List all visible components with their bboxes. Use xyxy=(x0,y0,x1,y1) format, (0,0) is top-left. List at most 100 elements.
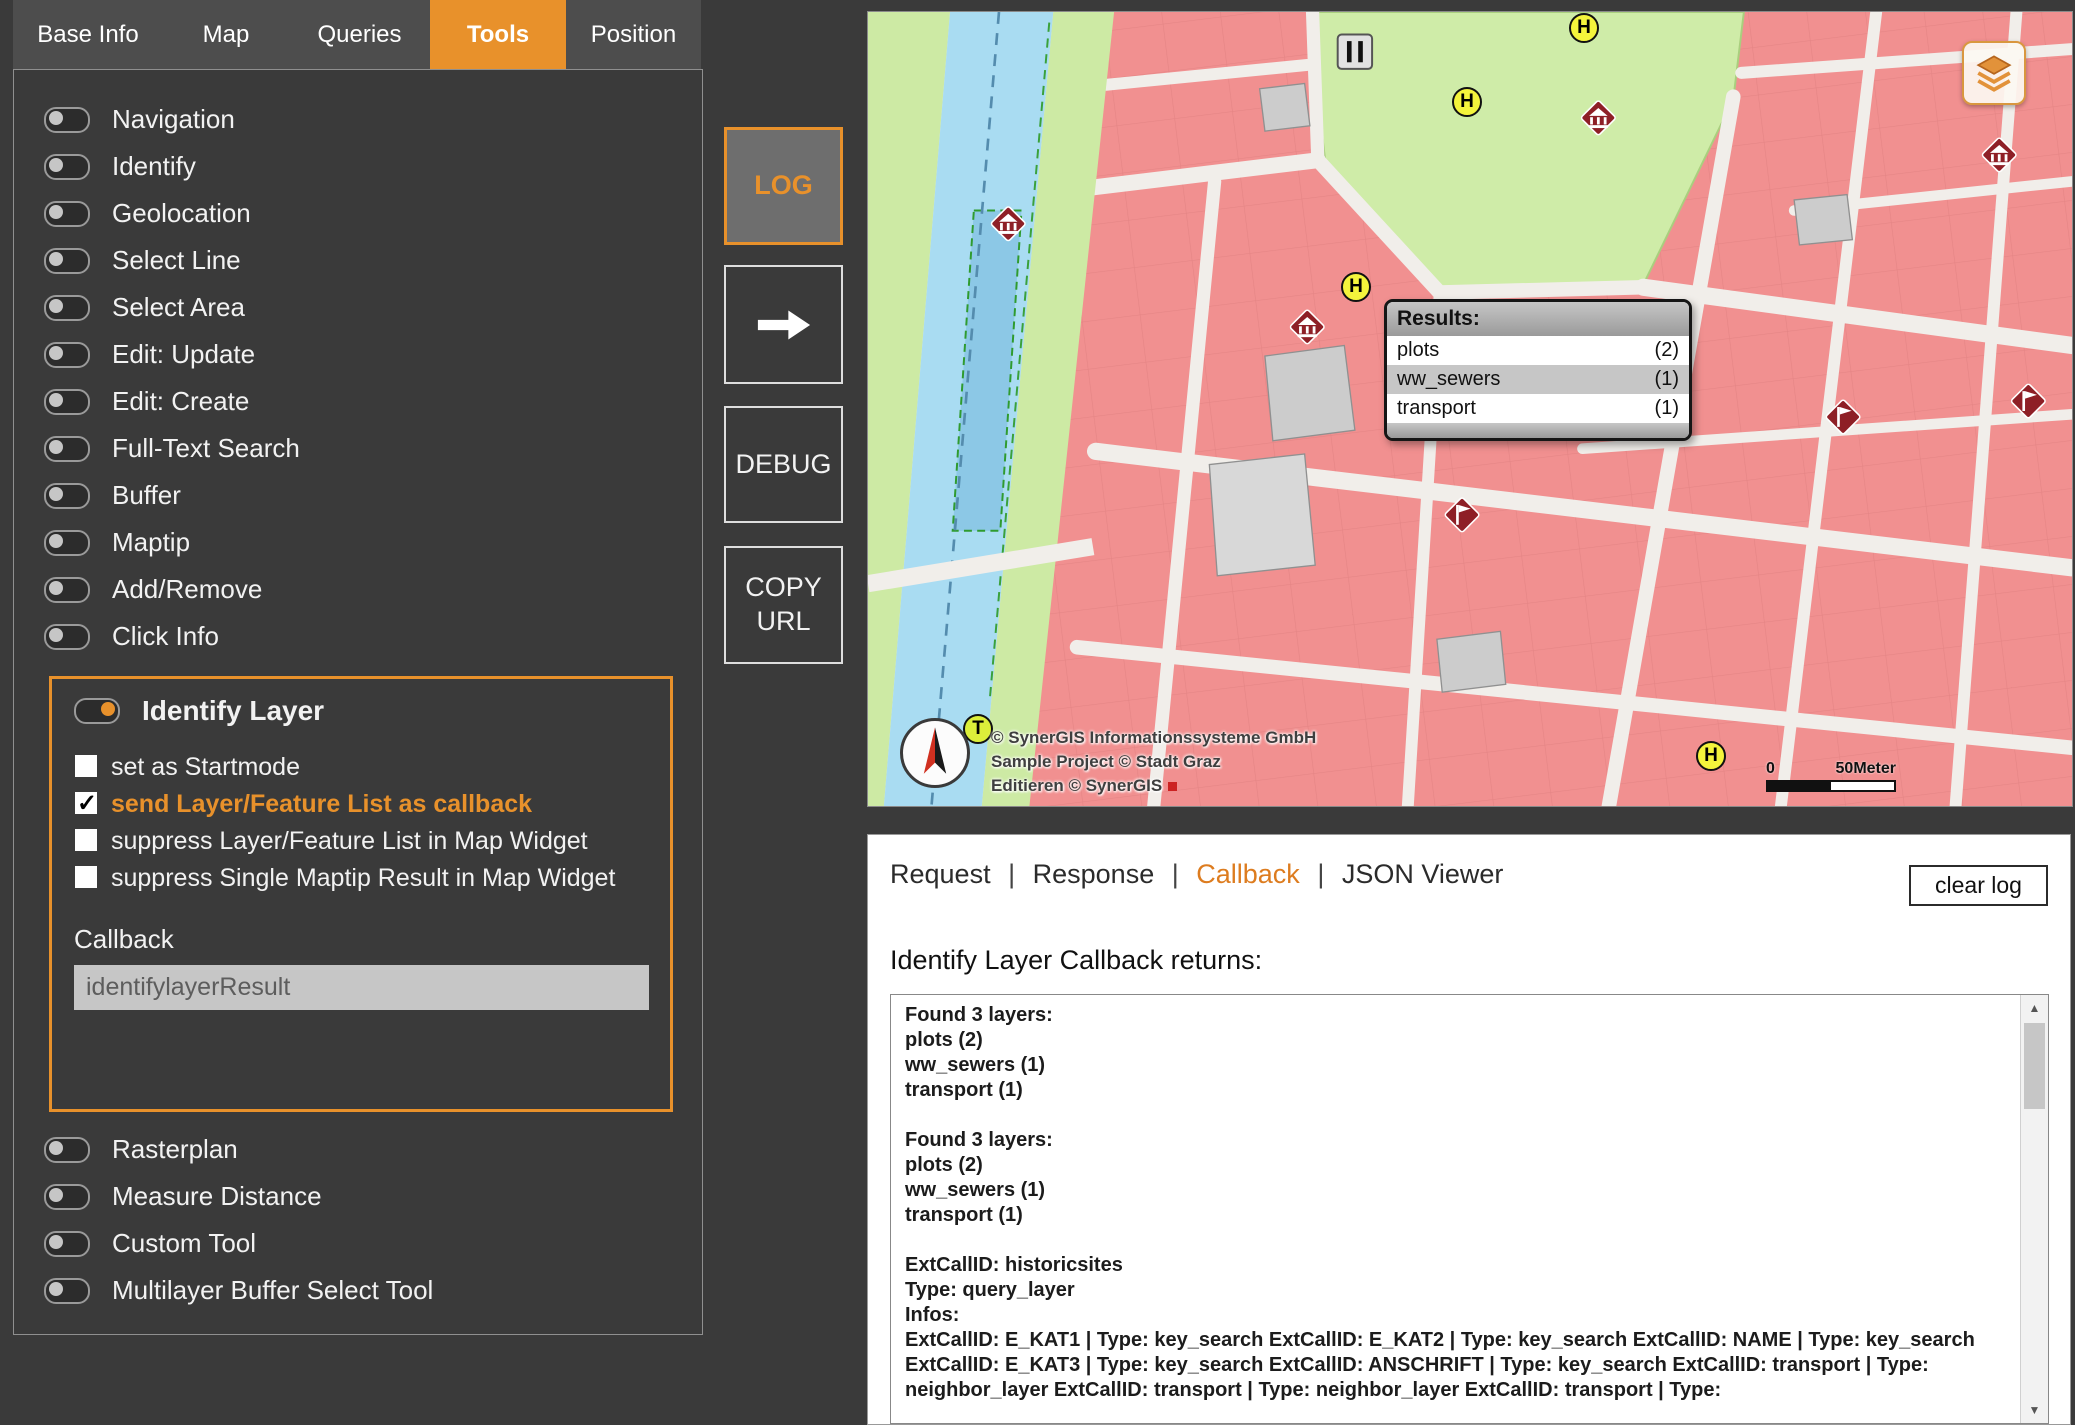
app-root: Base Info Map Queries Tools Position Nav… xyxy=(0,0,2075,1425)
tab-queries[interactable]: Queries xyxy=(289,0,430,69)
tool-row-select-line[interactable]: Select Line xyxy=(14,237,702,284)
scale-bar-graphic xyxy=(1766,780,1896,792)
log-nav: Request | Response | Callback | JSON Vie… xyxy=(890,859,1503,890)
feature-count: (2) xyxy=(1655,339,1679,362)
tool-row-custom-tool[interactable]: Custom Tool xyxy=(14,1220,702,1267)
log-nav-request[interactable]: Request xyxy=(890,859,991,889)
tool-row-select-area[interactable]: Select Area xyxy=(14,284,702,331)
tab-position[interactable]: Position xyxy=(566,0,701,69)
hydrant-marker[interactable]: H xyxy=(1696,741,1726,771)
results-popup-footer xyxy=(1387,423,1689,438)
tool-label: Geolocation xyxy=(112,198,251,229)
results-popup: Results: plots (2) ww_sewers (1) transpo… xyxy=(1384,299,1692,441)
geolocation-toggle[interactable] xyxy=(44,201,90,227)
tool-row-rasterplan[interactable]: Rasterplan xyxy=(14,1126,702,1173)
copy-url-button[interactable]: COPY URL xyxy=(724,546,843,664)
measure-distance-toggle[interactable] xyxy=(44,1184,90,1210)
clear-log-button[interactable]: clear log xyxy=(1909,865,2048,906)
add-remove-toggle[interactable] xyxy=(44,577,90,603)
edit-update-toggle[interactable] xyxy=(44,342,90,368)
buffer-toggle[interactable] xyxy=(44,483,90,509)
identify-layer-row[interactable]: Identify Layer xyxy=(74,695,648,727)
identify-layer-options: set as Startmode send Layer/Feature List… xyxy=(74,751,648,894)
map-widget[interactable]: H H H H T Results: plots (2) ww_sewers (… xyxy=(867,11,2073,807)
send-callback-checkbox[interactable] xyxy=(74,791,98,815)
hydrant-marker[interactable]: H xyxy=(1569,13,1599,43)
tool-label: Rasterplan xyxy=(112,1134,238,1165)
attribution-line: Editieren © SynerGIS xyxy=(991,774,1316,798)
tool-row-measure-distance[interactable]: Measure Distance xyxy=(14,1173,702,1220)
select-area-toggle[interactable] xyxy=(44,295,90,321)
log-output-text: Found 3 layers: plots (2) ww_sewers (1) … xyxy=(891,995,2021,1423)
tool-row-click-info[interactable]: Click Info xyxy=(14,613,702,660)
results-row-ww-sewers[interactable]: ww_sewers (1) xyxy=(1387,365,1689,394)
option-set-as-startmode[interactable]: set as Startmode xyxy=(74,751,648,783)
toggle-knob xyxy=(49,252,63,266)
click-info-toggle[interactable] xyxy=(44,624,90,650)
tool-row-multilayer-buffer[interactable]: Multilayer Buffer Select Tool xyxy=(14,1267,702,1314)
option-send-callback[interactable]: send Layer/Feature List as callback xyxy=(74,788,648,820)
log-heading: Identify Layer Callback returns: xyxy=(890,945,1262,976)
log-nav-json-viewer[interactable]: JSON Viewer xyxy=(1342,859,1504,889)
toggle-knob xyxy=(101,702,115,716)
hydrant-marker[interactable]: H xyxy=(1341,272,1371,302)
tool-label: Measure Distance xyxy=(112,1181,322,1212)
select-line-toggle[interactable] xyxy=(44,248,90,274)
tool-row-maptip[interactable]: Maptip xyxy=(14,519,702,566)
toggle-knob xyxy=(49,393,63,407)
custom-tool-toggle[interactable] xyxy=(44,1231,90,1257)
run-arrow-button[interactable] xyxy=(724,265,843,384)
arrow-icon xyxy=(755,307,813,343)
tab-tools[interactable]: Tools xyxy=(430,0,566,69)
tool-row-navigation[interactable]: Navigation xyxy=(14,96,702,143)
tool-row-add-remove[interactable]: Add/Remove xyxy=(14,566,702,613)
tools-panel: Navigation Identify Geolocation Select L… xyxy=(13,69,703,1335)
edit-create-toggle[interactable] xyxy=(44,389,90,415)
tool-row-identify[interactable]: Identify xyxy=(14,143,702,190)
log-output-box: Found 3 layers: plots (2) ww_sewers (1) … xyxy=(890,994,2049,1424)
navigation-toggle[interactable] xyxy=(44,107,90,133)
rasterplan-toggle[interactable] xyxy=(44,1137,90,1163)
toggle-knob xyxy=(49,1282,63,1296)
suppress-list-checkbox[interactable] xyxy=(74,828,98,852)
tool-row-buffer[interactable]: Buffer xyxy=(14,472,702,519)
log-button[interactable]: LOG xyxy=(724,127,843,245)
tab-bar: Base Info Map Queries Tools Position xyxy=(13,0,701,69)
results-row-transport[interactable]: transport (1) xyxy=(1387,394,1689,423)
startmode-checkbox[interactable] xyxy=(74,754,98,778)
compass-control[interactable] xyxy=(900,718,970,788)
tool-row-edit-update[interactable]: Edit: Update xyxy=(14,331,702,378)
hydrant-marker[interactable]: H xyxy=(1452,87,1482,117)
debug-button[interactable]: DEBUG xyxy=(724,406,843,523)
log-nav-response[interactable]: Response xyxy=(1033,859,1155,889)
multilayer-buffer-toggle[interactable] xyxy=(44,1278,90,1304)
maptip-toggle[interactable] xyxy=(44,530,90,556)
toggle-knob xyxy=(49,299,63,313)
tool-label: Buffer xyxy=(112,480,181,511)
identify-toggle[interactable] xyxy=(44,154,90,180)
toggle-knob xyxy=(49,346,63,360)
option-suppress-list[interactable]: suppress Layer/Feature List in Map Widge… xyxy=(74,825,648,857)
suppress-maptip-checkbox[interactable] xyxy=(74,865,98,889)
tool-row-edit-create[interactable]: Edit: Create xyxy=(14,378,702,425)
identify-layer-toggle[interactable] xyxy=(74,698,120,724)
identify-layer-group: Identify Layer set as Startmode send Lay… xyxy=(49,676,673,1112)
attribution-line: Sample Project © Stadt Graz xyxy=(991,750,1316,774)
tool-row-full-text-search[interactable]: Full-Text Search xyxy=(14,425,702,472)
tab-base-info[interactable]: Base Info xyxy=(13,0,163,69)
log-nav-callback[interactable]: Callback xyxy=(1196,859,1300,889)
lock-icon[interactable] xyxy=(1338,34,1372,68)
scroll-up-icon[interactable]: ▲ xyxy=(2021,995,2048,1021)
scrollbar-thumb[interactable] xyxy=(2024,1023,2045,1109)
tab-map[interactable]: Map xyxy=(163,0,289,69)
option-label: send Layer/Feature List as callback xyxy=(111,790,532,818)
scroll-down-icon[interactable]: ▼ xyxy=(2021,1397,2048,1423)
callback-input[interactable] xyxy=(74,965,649,1010)
layers-button[interactable] xyxy=(1962,41,2026,105)
option-suppress-maptip[interactable]: suppress Single Maptip Result in Map Wid… xyxy=(74,862,648,894)
tool-row-geolocation[interactable]: Geolocation xyxy=(14,190,702,237)
results-row-plots[interactable]: plots (2) xyxy=(1387,336,1689,365)
log-scrollbar[interactable]: ▲ ▼ xyxy=(2020,995,2048,1423)
full-text-search-toggle[interactable] xyxy=(44,436,90,462)
bottom-tools: Rasterplan Measure Distance Custom Tool … xyxy=(14,1126,702,1314)
